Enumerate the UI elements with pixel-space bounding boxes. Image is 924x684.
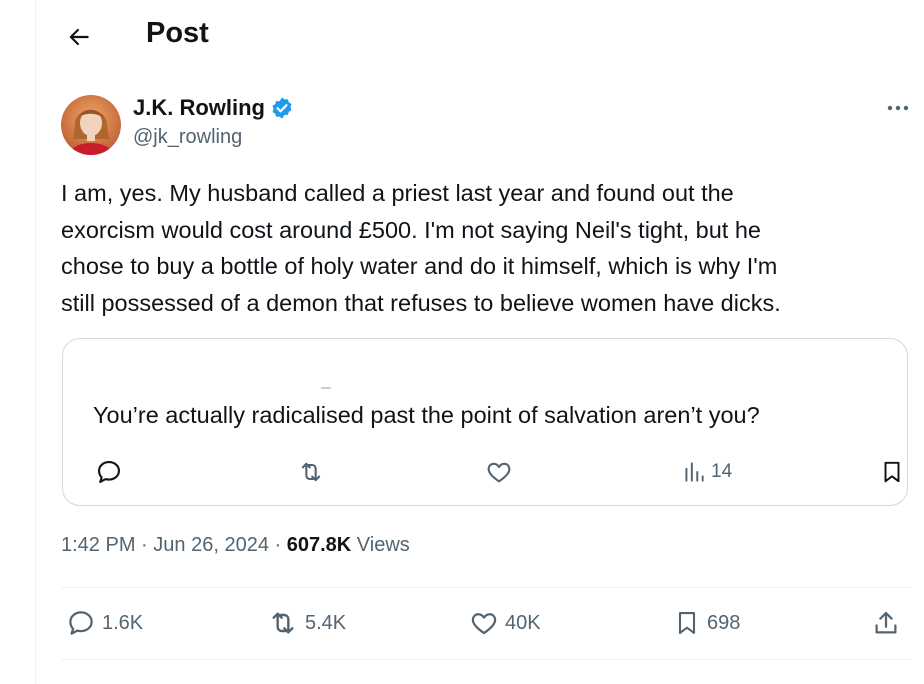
post-time[interactable]: 1:42 PM bbox=[61, 534, 135, 556]
quoted-post-text: You’re actually radicalised past the poi… bbox=[93, 402, 760, 428]
verified-badge-icon[interactable] bbox=[270, 96, 294, 120]
bookmark-icon bbox=[678, 612, 696, 634]
page-header: Post bbox=[36, 0, 924, 72]
tweet-line: exorcism would cost around £500. I'm not… bbox=[61, 216, 761, 243]
quote-views-button[interactable]: 14 bbox=[681, 455, 732, 489]
repost-icon bbox=[272, 612, 294, 634]
bookmark-button[interactable]: 698 bbox=[673, 605, 740, 641]
arrow-left-icon bbox=[69, 28, 89, 46]
repost-count: 5.4K bbox=[305, 611, 347, 634]
post-metadata: 1:42 PM · Jun 26, 2024 · 607.8K Views bbox=[61, 534, 410, 557]
divider bbox=[61, 659, 912, 660]
more-icon bbox=[887, 105, 909, 111]
quote-views-count: 14 bbox=[711, 461, 733, 482]
avatar[interactable] bbox=[61, 95, 121, 155]
analytics-icon bbox=[685, 462, 704, 482]
left-column-border bbox=[35, 0, 36, 684]
tweet-text: I am, yes. My husband called a priest la… bbox=[61, 175, 891, 321]
tweet-line: I am, yes. My husband called a priest la… bbox=[61, 180, 734, 206]
quote-reply-button[interactable] bbox=[95, 455, 123, 489]
divider bbox=[61, 587, 912, 588]
quote-bookmark-button[interactable] bbox=[879, 455, 905, 489]
repost-icon bbox=[301, 462, 321, 482]
like-count: 40K bbox=[505, 611, 541, 634]
bookmark-icon bbox=[884, 461, 900, 483]
page-title: Post bbox=[146, 17, 209, 49]
tweet-line: chose to buy a bottle of holy water and … bbox=[61, 253, 778, 279]
author-handle[interactable]: @jk_rowling bbox=[133, 126, 242, 149]
quoted-post[interactable]: You’re actually radicalised past the poi… bbox=[62, 338, 908, 506]
reply-icon bbox=[69, 611, 93, 635]
views-count: 607.8K bbox=[286, 534, 352, 556]
reply-button[interactable]: 1.6K bbox=[66, 605, 143, 641]
post-date[interactable]: Jun 26, 2024 bbox=[153, 534, 269, 556]
heart-icon bbox=[487, 462, 511, 483]
views-label: Views bbox=[356, 534, 410, 556]
reply-icon bbox=[98, 461, 120, 483]
more-options-button[interactable] bbox=[884, 96, 912, 120]
quote-divider-mark bbox=[321, 387, 331, 389]
quote-like-button[interactable] bbox=[485, 455, 513, 489]
author-name[interactable]: J.K. Rowling bbox=[133, 95, 265, 121]
repost-button[interactable]: 5.4K bbox=[267, 605, 346, 641]
tweet-line: still possessed of a demon that refuses … bbox=[61, 289, 781, 316]
bookmark-count: 698 bbox=[707, 611, 741, 634]
separator-dot: · bbox=[141, 534, 148, 556]
heart-icon bbox=[471, 613, 497, 635]
profile-photo bbox=[61, 95, 121, 155]
quote-repost-button[interactable] bbox=[297, 455, 325, 489]
share-icon bbox=[875, 611, 897, 634]
separator-dot: · bbox=[274, 534, 282, 556]
back-button[interactable] bbox=[62, 20, 96, 54]
like-button[interactable]: 40K bbox=[469, 605, 541, 641]
reply-count: 1.6K bbox=[102, 611, 144, 634]
share-button[interactable] bbox=[871, 605, 901, 641]
